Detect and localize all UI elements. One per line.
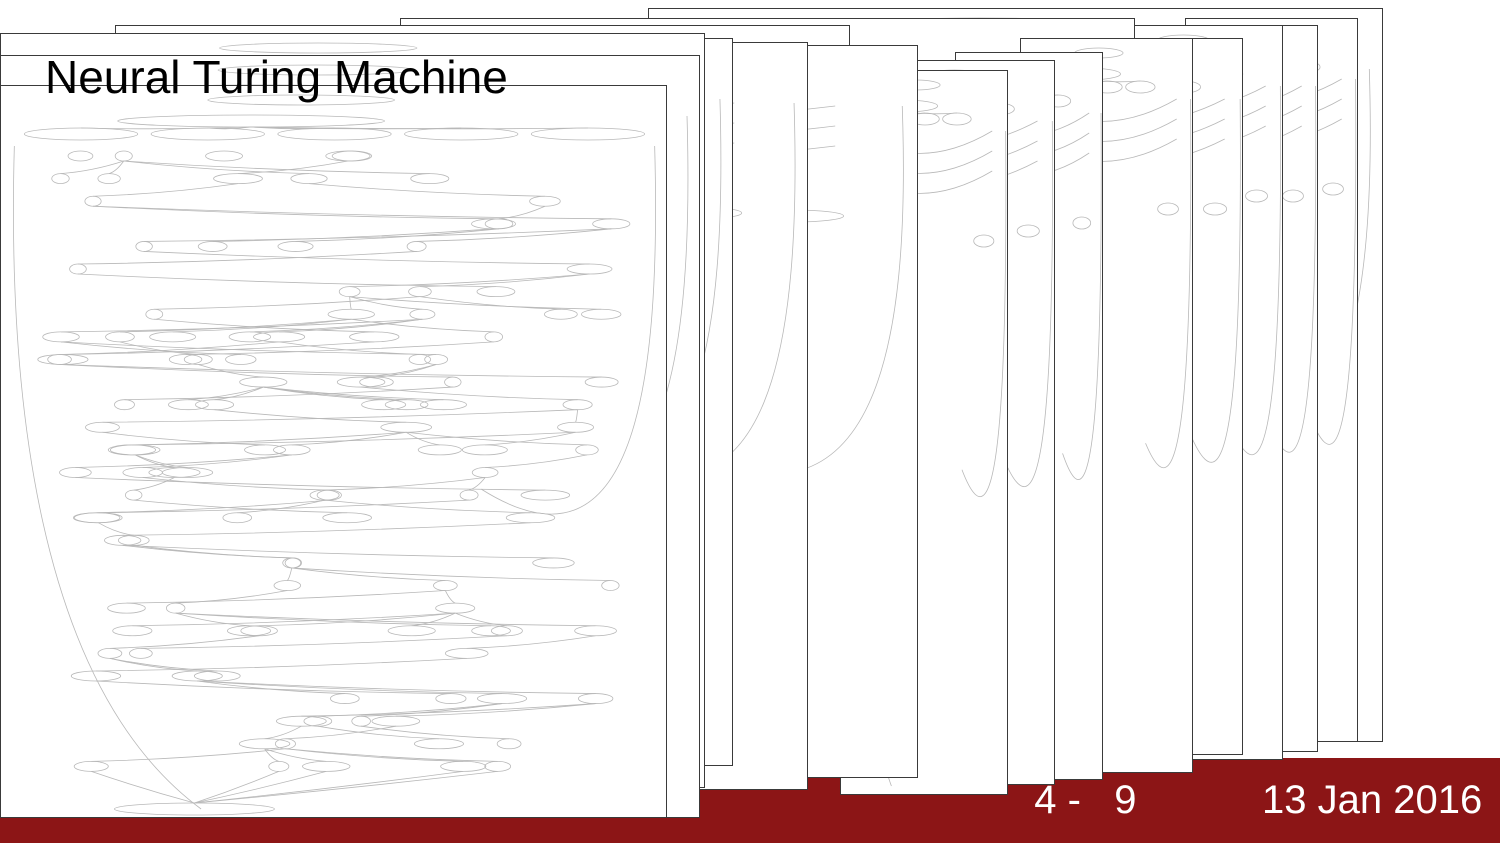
computational-graph	[13, 94, 656, 816]
front-graph-page	[0, 85, 667, 818]
footer-date: 13 Jan 2016	[1262, 778, 1483, 822]
slide-title: Neural Turing Machine	[45, 51, 508, 103]
